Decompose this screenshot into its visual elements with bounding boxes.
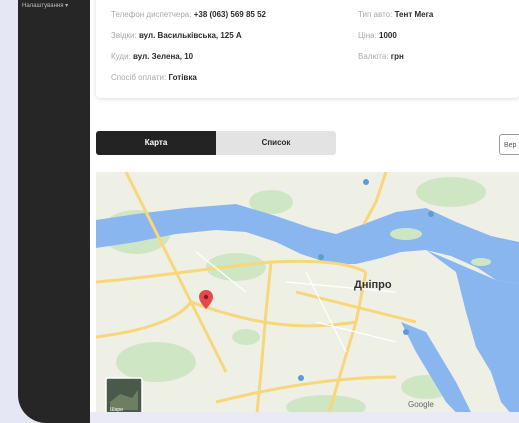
map-layers-button[interactable]: Шари [105, 377, 143, 415]
price-label: Ціна: [358, 31, 377, 40]
phone-row: Телефон диспетчера: +38 (063) 569 85 52 [111, 10, 266, 19]
payment-row: Спосіб оплати: Готівка [111, 73, 197, 82]
price-value: 1000 [379, 31, 397, 40]
from-value: вул. Васильківська, 125 А [138, 31, 242, 40]
view-toggle: Карта Список [96, 131, 336, 155]
sidebar-menu-settings[interactable]: Налаштування ▾ [22, 2, 68, 9]
currency-label: Валюта: [358, 52, 389, 61]
currency-row: Валюта: грн [358, 52, 404, 61]
to-row: Куди: вул. Зелена, 10 [111, 52, 193, 61]
to-value: вул. Зелена, 10 [133, 52, 194, 61]
vehicle-value: Тент Мега [394, 10, 434, 19]
from-label: Звідки: [111, 31, 137, 40]
map-provider-logo: Google [408, 400, 434, 409]
page-bottom-edge [90, 412, 519, 423]
order-details-card: Телефон диспетчера: +38 (063) 569 85 52 … [96, 0, 519, 98]
from-row: Звідки: вул. Васильківська, 125 А [111, 31, 242, 40]
side-button[interactable]: Вер [499, 134, 519, 155]
payment-value: Готівка [168, 73, 197, 82]
phone-label: Телефон диспетчера: [111, 10, 192, 19]
tab-map[interactable]: Карта [96, 131, 216, 155]
tab-list[interactable]: Список [216, 131, 336, 155]
vehicle-label: Тип авто: [358, 10, 393, 19]
vehicle-row: Тип авто: Тент Мега [358, 10, 433, 19]
payment-label: Спосіб оплати: [111, 73, 167, 82]
map-city-label: Дніпро [354, 279, 392, 291]
to-label: Куди: [111, 52, 131, 61]
map-canvas: Дніпро Шари Google Картографічні дані ©2… [96, 172, 519, 423]
phone-value: +38 (063) 569 85 52 [193, 10, 266, 19]
map-view[interactable]: Дніпро Шари Google Картографічні дані ©2… [96, 172, 519, 423]
sidebar: Налаштування ▾ [18, 0, 90, 423]
price-row: Ціна: 1000 [358, 31, 397, 40]
currency-value: грн [390, 52, 404, 61]
